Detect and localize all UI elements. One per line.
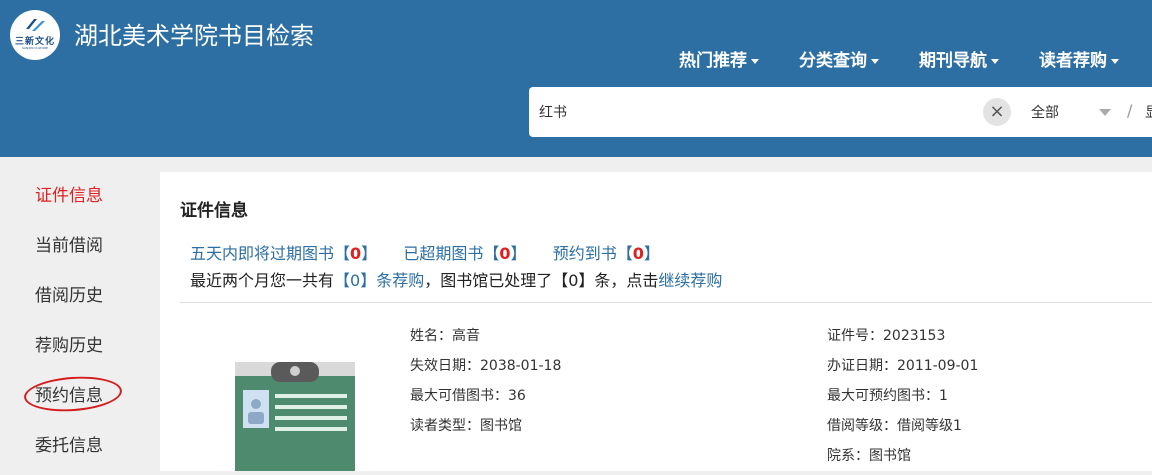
main-panel: 证件信息 五天内即将过期图书【0】 已超期图书【0】 预约到书【0】 最近两个月… — [160, 172, 1152, 471]
recommend-notice: 最近两个月您一共有【0】条荐购，图书馆已处理了【0】条，点击继续荐购 — [190, 267, 722, 291]
field-max-reservations: 最大可预约图书：1 — [827, 385, 948, 405]
field-value: 2023153 — [883, 328, 946, 344]
bracket: 【 — [483, 244, 500, 263]
search-bar: × 全部 / 显 — [529, 87, 1152, 137]
field-department: 院系：图书馆 — [827, 445, 911, 465]
chevron-down-icon — [751, 58, 759, 64]
sidebar-item-recommend-history[interactable]: 荐购历史 — [35, 331, 103, 356]
sidebar-item-delegations[interactable]: 委托信息 — [35, 431, 103, 456]
header-bar: 三新文化 SANXIN CULTURE 湖北美术学院书目检索 热门推荐 分类查询… — [0, 0, 1152, 157]
site-title[interactable]: 湖北美术学院书目检索 — [74, 16, 314, 51]
divider — [180, 302, 1152, 303]
field-value: 2038-01-18 — [480, 358, 562, 374]
panel-title: 证件信息 — [180, 201, 248, 221]
nav-label: 热门推荐 — [679, 51, 747, 71]
logo[interactable]: 三新文化 SANXIN CULTURE — [10, 10, 60, 60]
field-value: 高音 — [452, 328, 480, 344]
notice-text: ，图书馆已处理了【0】条，点击 — [424, 271, 659, 290]
sidebar-item-loan-history[interactable]: 借阅历史 — [35, 281, 103, 306]
field-value: 36 — [508, 388, 526, 404]
bracket: 】 — [361, 244, 378, 263]
field-label: 证件号： — [827, 328, 883, 344]
field-label: 办证日期： — [827, 358, 897, 374]
field-value: 借阅等级1 — [897, 418, 962, 434]
field-max-loans: 最大可借图书：36 — [410, 385, 526, 405]
chevron-down-icon[interactable] — [1099, 109, 1111, 116]
field-label: 最大可借图书： — [410, 388, 508, 404]
field-label: 借阅等级： — [827, 418, 897, 434]
nav-hot-recommend[interactable]: 热门推荐 — [679, 46, 759, 71]
alert-overdue[interactable]: 已超期图书【0】 — [403, 244, 526, 263]
id-card-icon — [235, 362, 355, 471]
bracket: 【 — [616, 244, 633, 263]
field-value: 2011-09-01 — [897, 358, 979, 374]
field-value: 1 — [939, 388, 948, 404]
alert-links: 五天内即将过期图书【0】 已超期图书【0】 预约到书【0】 — [190, 240, 660, 264]
search-extra-option[interactable]: 显 — [1145, 102, 1152, 122]
field-expiry-date: 失效日期：2038-01-18 — [410, 355, 561, 375]
sidebar-item-current-loans[interactable]: 当前借阅 — [35, 231, 103, 256]
alert-count: 0 — [499, 244, 511, 263]
field-label: 院系： — [827, 448, 869, 464]
nav-category-search[interactable]: 分类查询 — [799, 46, 879, 71]
alert-expiring-soon[interactable]: 五天内即将过期图书【0】 — [190, 244, 377, 263]
bracket: 】 — [643, 244, 660, 263]
field-label: 姓名： — [410, 328, 452, 344]
clear-search-icon[interactable]: × — [983, 98, 1011, 126]
reader-card-image — [235, 362, 355, 471]
search-scope-select[interactable]: 全部 — [1031, 102, 1059, 122]
field-loan-level: 借阅等级：借阅等级1 — [827, 415, 962, 435]
field-reader-type: 读者类型：图书馆 — [410, 415, 522, 435]
continue-recommend-link[interactable]: 继续荐购 — [658, 271, 722, 290]
field-label: 最大可预约图书： — [827, 388, 939, 404]
nav-journal-navigation[interactable]: 期刊导航 — [919, 46, 999, 71]
search-separator: / — [1127, 101, 1133, 120]
logo-subtext: SANXIN CULTURE — [22, 46, 48, 50]
bracket: 【 — [334, 244, 351, 263]
chevron-down-icon — [871, 58, 879, 64]
alert-label: 预约到书 — [552, 244, 617, 263]
chevron-down-icon — [991, 58, 999, 64]
sidebar-item-card-info[interactable]: 证件信息 — [35, 181, 103, 206]
field-label: 读者类型： — [410, 418, 480, 434]
field-label: 失效日期： — [410, 358, 480, 374]
alert-label: 已超期图书 — [403, 244, 484, 263]
search-input[interactable] — [539, 100, 969, 124]
bracket: 】 — [510, 244, 527, 263]
nav-label: 读者荐购 — [1039, 51, 1107, 71]
alert-reserved-arrived[interactable]: 预约到书【0】 — [553, 244, 660, 263]
notice-text: 最近两个月您一共有 — [190, 271, 335, 290]
field-value: 图书馆 — [480, 418, 522, 434]
nav-label: 分类查询 — [799, 51, 867, 71]
nav-label: 期刊导航 — [919, 51, 987, 71]
field-name: 姓名：高音 — [410, 325, 480, 345]
alert-count: 0 — [632, 244, 644, 263]
field-issue-date: 办证日期：2011-09-01 — [827, 355, 978, 375]
field-value: 图书馆 — [869, 448, 911, 464]
field-card-number: 证件号：2023153 — [827, 325, 945, 345]
alert-label: 五天内即将过期图书 — [190, 244, 335, 263]
logo-mark-icon — [26, 19, 45, 31]
alert-count: 0 — [350, 244, 362, 263]
chevron-down-icon — [1111, 58, 1119, 64]
recommend-count-link[interactable]: 【0】条荐购 — [334, 271, 424, 290]
nav-reader-recommend[interactable]: 读者荐购 — [1039, 46, 1119, 71]
